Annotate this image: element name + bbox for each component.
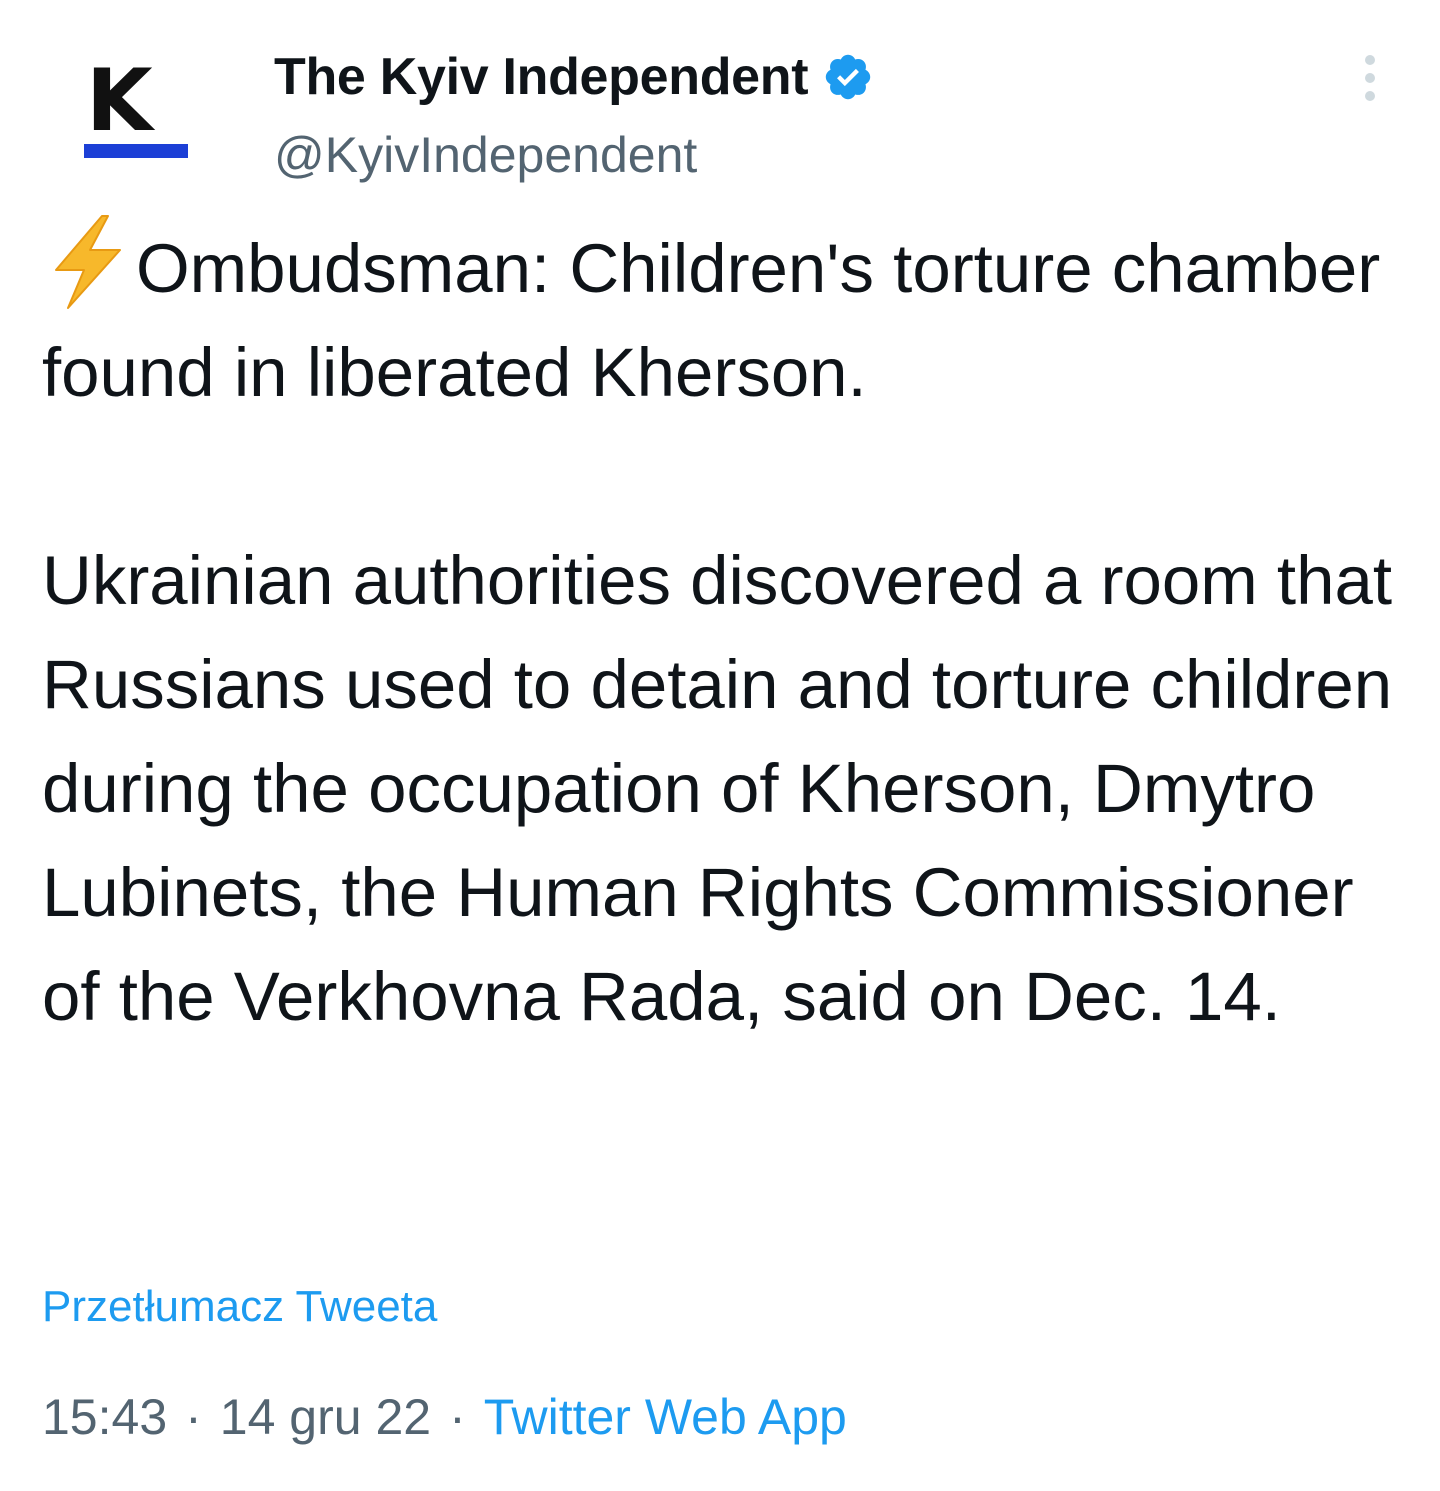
tweet-time[interactable]: 15:43 (42, 1388, 167, 1446)
tweet-headline: Ombudsman: Children's torture chamber fo… (42, 214, 1412, 425)
tweet-date[interactable]: 14 gru 22 (220, 1388, 431, 1446)
tweet-meta: 15:43 · 14 gru 22 · Twitter Web App (42, 1388, 847, 1446)
high-voltage-emoji-icon (42, 214, 132, 310)
meta-separator: · (449, 1389, 466, 1445)
tweet-card: K The Kyiv Independent @KyivIndependent … (0, 0, 1440, 1491)
verified-badge-icon (822, 51, 874, 103)
meta-separator: · (185, 1389, 202, 1445)
more-options-icon[interactable] (1352, 52, 1388, 108)
author-display-name[interactable]: The Kyiv Independent (274, 47, 809, 107)
author-name-row[interactable]: The Kyiv Independent (274, 44, 874, 110)
tweet-text: Ombudsman: Children's torture chamber fo… (42, 214, 1412, 1049)
tweet-source-link[interactable]: Twitter Web App (484, 1388, 847, 1446)
avatar-logo-bar (84, 144, 188, 158)
avatar-logo-letter: K (86, 51, 153, 151)
tweet-body: Ukrainian authorities discovered a room … (42, 542, 1412, 1035)
tweet-headline-text: Ombudsman: Children's torture chamber fo… (42, 230, 1400, 411)
translate-tweet-link[interactable]: Przetłumacz Tweeta (42, 1282, 437, 1332)
author-handle[interactable]: @KyivIndependent (274, 126, 697, 184)
avatar[interactable]: K (78, 52, 194, 168)
